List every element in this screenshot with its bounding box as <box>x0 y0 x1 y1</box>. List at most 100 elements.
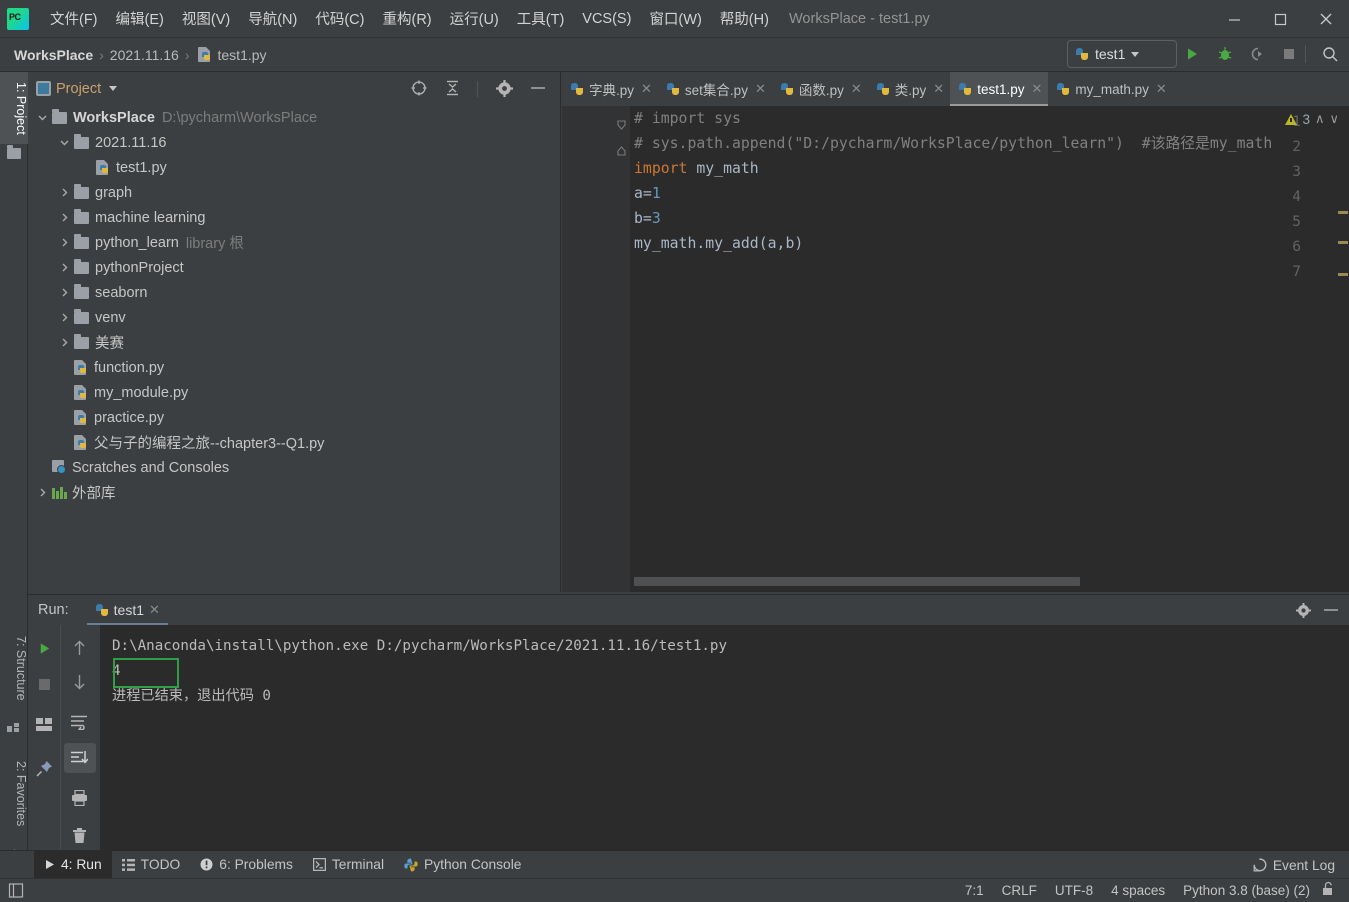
run-button[interactable] <box>1178 40 1206 68</box>
code-editor[interactable]: 1234567 # import sys # sys.path.append("D… <box>562 106 1349 592</box>
close-button[interactable] <box>1303 0 1349 38</box>
clear-all-button[interactable] <box>64 821 96 851</box>
sidebar-item-structure[interactable]: 7: Structure <box>0 620 28 716</box>
breadcrumb-file[interactable]: test1.py <box>218 47 267 63</box>
sidebar-item-project[interactable]: 1: Project <box>0 72 28 144</box>
tree-node-worksplace[interactable]: WorksPlace D:\pycharm\WorksPlace <box>28 105 560 130</box>
hide-panel-icon[interactable] <box>530 80 546 101</box>
menu-help[interactable]: 帮助(H) <box>711 4 778 33</box>
debug-button[interactable] <box>1211 40 1239 68</box>
tree-node-my_module-py[interactable]: my_module.py <box>28 380 560 405</box>
file-encoding[interactable]: UTF-8 <box>1046 883 1102 898</box>
chevron-right-icon[interactable] <box>58 336 71 349</box>
tree-node-pythonproject[interactable]: pythonProject <box>28 255 560 280</box>
select-opened-file-icon[interactable] <box>410 79 428 102</box>
soft-wrap-button[interactable] <box>64 707 96 737</box>
breadcrumb-project[interactable]: WorksPlace <box>14 47 93 63</box>
stop-button[interactable] <box>1275 40 1303 68</box>
bottom-tab-problems[interactable]: 6: Problems <box>190 851 303 879</box>
warning-marker[interactable] <box>1338 241 1348 244</box>
tree-node-python_learn[interactable]: python_learn library 根 <box>28 230 560 255</box>
gear-icon[interactable] <box>1291 599 1315 621</box>
tree-node-graph[interactable]: graph <box>28 180 560 205</box>
chevron-right-icon[interactable] <box>58 311 71 324</box>
menu-run[interactable]: 运行(U) <box>441 4 508 33</box>
menu-navigate[interactable]: 导航(N) <box>239 4 306 33</box>
warning-marker[interactable] <box>1338 273 1348 276</box>
scroll-to-end-button[interactable] <box>63 743 96 773</box>
chevron-right-icon[interactable] <box>58 261 71 274</box>
menu-vcs[interactable]: VCS(S) <box>573 7 640 31</box>
tree-node--chapter3-q1-py[interactable]: 父与子的编程之旅--chapter3--Q1.py <box>28 430 560 455</box>
minimize-button[interactable] <box>1211 0 1257 38</box>
chevron-down-icon[interactable] <box>109 86 118 91</box>
close-icon[interactable]: ✕ <box>149 602 160 618</box>
tree-node-test1-py[interactable]: test1.py <box>28 155 560 180</box>
maximize-button[interactable] <box>1257 0 1303 38</box>
tree-node-practice-py[interactable]: practice.py <box>28 405 560 430</box>
collapse-all-icon[interactable] <box>444 80 461 101</box>
unlocked-icon[interactable] <box>1319 881 1343 901</box>
close-icon[interactable]: ✕ <box>933 81 944 97</box>
bottom-tab-todo[interactable]: TODO <box>112 851 191 879</box>
chevron-down-icon[interactable] <box>58 136 71 149</box>
fold-marker-icon[interactable] <box>616 118 627 130</box>
pin-tab-button[interactable] <box>28 753 60 783</box>
tree-node-function-py[interactable]: function.py <box>28 355 560 380</box>
tree-node-machine-learning[interactable]: machine learning <box>28 205 560 230</box>
editor-tab-test1-py[interactable]: test1.py ✕ <box>950 72 1049 106</box>
run-tab-test1[interactable]: test1 ✕ <box>86 595 169 625</box>
hide-panel-icon[interactable] <box>1319 599 1343 621</box>
event-log-button[interactable]: Event Log <box>1247 851 1341 879</box>
editor-tab-set-py[interactable]: set集合.py ✕ <box>658 72 772 106</box>
editor-horizontal-scrollbar[interactable] <box>634 577 1080 586</box>
python-interpreter[interactable]: Python 3.8 (base) (2) <box>1174 883 1319 898</box>
editor-tab--py[interactable]: 字典.py ✕ <box>562 72 658 106</box>
bottom-tab-python-console[interactable]: Python Console <box>394 851 531 879</box>
tree-node--[interactable]: 美赛 <box>28 330 560 355</box>
menu-tools[interactable]: 工具(T) <box>508 4 574 33</box>
layout-settings-button[interactable] <box>28 709 60 739</box>
close-icon[interactable]: ✕ <box>755 81 766 97</box>
chevron-right-icon[interactable] <box>58 186 71 199</box>
warning-marker[interactable] <box>1338 211 1348 214</box>
editor-tab--py[interactable]: 类.py ✕ <box>868 72 950 106</box>
caret-position[interactable]: 7:1 <box>956 883 993 898</box>
print-button[interactable] <box>64 783 96 813</box>
up-arrow-button[interactable] <box>64 633 96 663</box>
previous-highlight-icon[interactable]: ∧ <box>1315 111 1325 127</box>
close-icon[interactable]: ✕ <box>851 81 862 97</box>
tree-node-2021-11-16[interactable]: 2021.11.16 <box>28 130 560 155</box>
toggle-tool-windows-icon[interactable] <box>8 882 28 900</box>
tree-node--[interactable]: 外部库 <box>28 480 560 505</box>
run-configuration-selector[interactable]: test1 <box>1067 40 1177 68</box>
chevron-right-icon[interactable] <box>58 211 71 224</box>
close-icon[interactable]: ✕ <box>1031 81 1042 97</box>
editor-marker-bar[interactable] <box>1337 106 1349 592</box>
close-icon[interactable]: ✕ <box>641 81 652 97</box>
rerun-button[interactable] <box>28 633 60 663</box>
run-console-output[interactable]: D:\Anaconda\install\python.exe D:/pychar… <box>100 625 1349 850</box>
fold-marker-icon[interactable] <box>616 143 627 156</box>
sidebar-item-favorites[interactable]: 2: Favorites <box>0 744 28 844</box>
inspection-widget[interactable]: 3 ∧ ∨ <box>1285 111 1339 127</box>
bottom-tab-terminal[interactable]: Terminal <box>303 851 394 879</box>
close-icon[interactable]: ✕ <box>1156 81 1167 97</box>
indent-setting[interactable]: 4 spaces <box>1102 883 1174 898</box>
bottom-tab-run[interactable]: 4: Run <box>34 850 112 879</box>
chevron-down-icon[interactable] <box>36 111 49 124</box>
chevron-right-icon[interactable] <box>58 236 71 249</box>
menu-file[interactable]: 文件(F) <box>41 4 107 33</box>
gear-icon[interactable] <box>496 80 513 102</box>
chevron-right-icon[interactable] <box>58 286 71 299</box>
menu-edit[interactable]: 编辑(E) <box>107 4 173 33</box>
stop-button[interactable] <box>28 669 60 699</box>
search-everywhere-button[interactable] <box>1316 40 1344 68</box>
menu-view[interactable]: 视图(V) <box>173 4 239 33</box>
down-arrow-button[interactable] <box>64 667 96 697</box>
chevron-right-icon[interactable] <box>36 486 49 499</box>
editor-tab--py[interactable]: 函数.py ✕ <box>772 72 868 106</box>
breadcrumb-folder[interactable]: 2021.11.16 <box>110 47 179 63</box>
run-with-coverage-button[interactable] <box>1243 40 1271 68</box>
tree-node-seaborn[interactable]: seaborn <box>28 280 560 305</box>
